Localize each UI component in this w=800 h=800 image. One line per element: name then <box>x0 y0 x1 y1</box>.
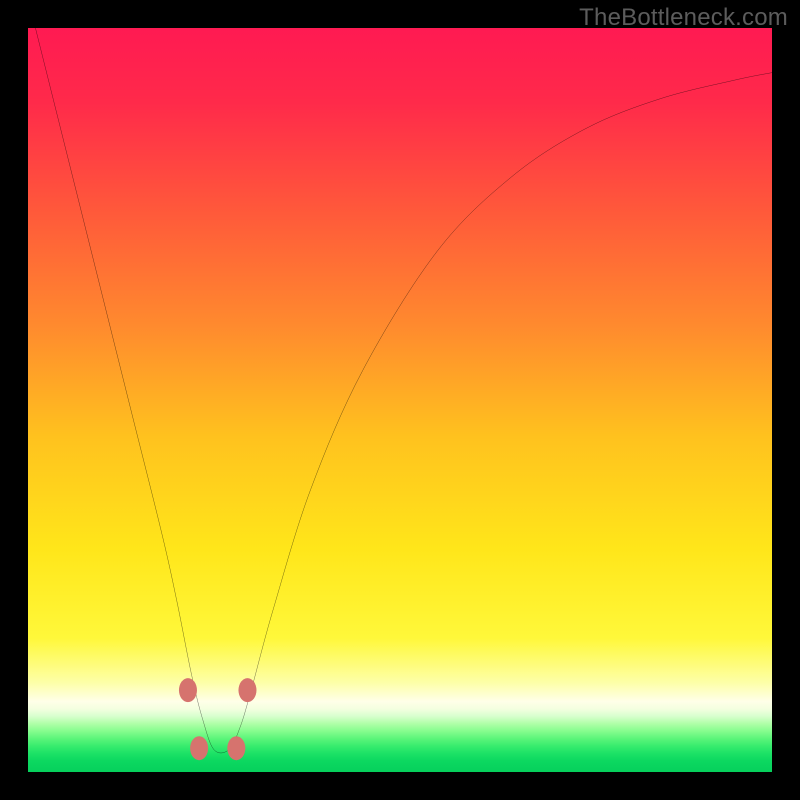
bottleneck-curve <box>35 28 772 753</box>
curve-marker <box>179 678 197 702</box>
chart-curve-layer <box>28 28 772 772</box>
curve-markers <box>179 678 257 760</box>
watermark-text: TheBottleneck.com <box>579 4 788 32</box>
curve-marker <box>190 736 208 760</box>
curve-marker <box>227 736 245 760</box>
curve-marker <box>238 678 256 702</box>
chart-plot-area <box>28 28 772 772</box>
